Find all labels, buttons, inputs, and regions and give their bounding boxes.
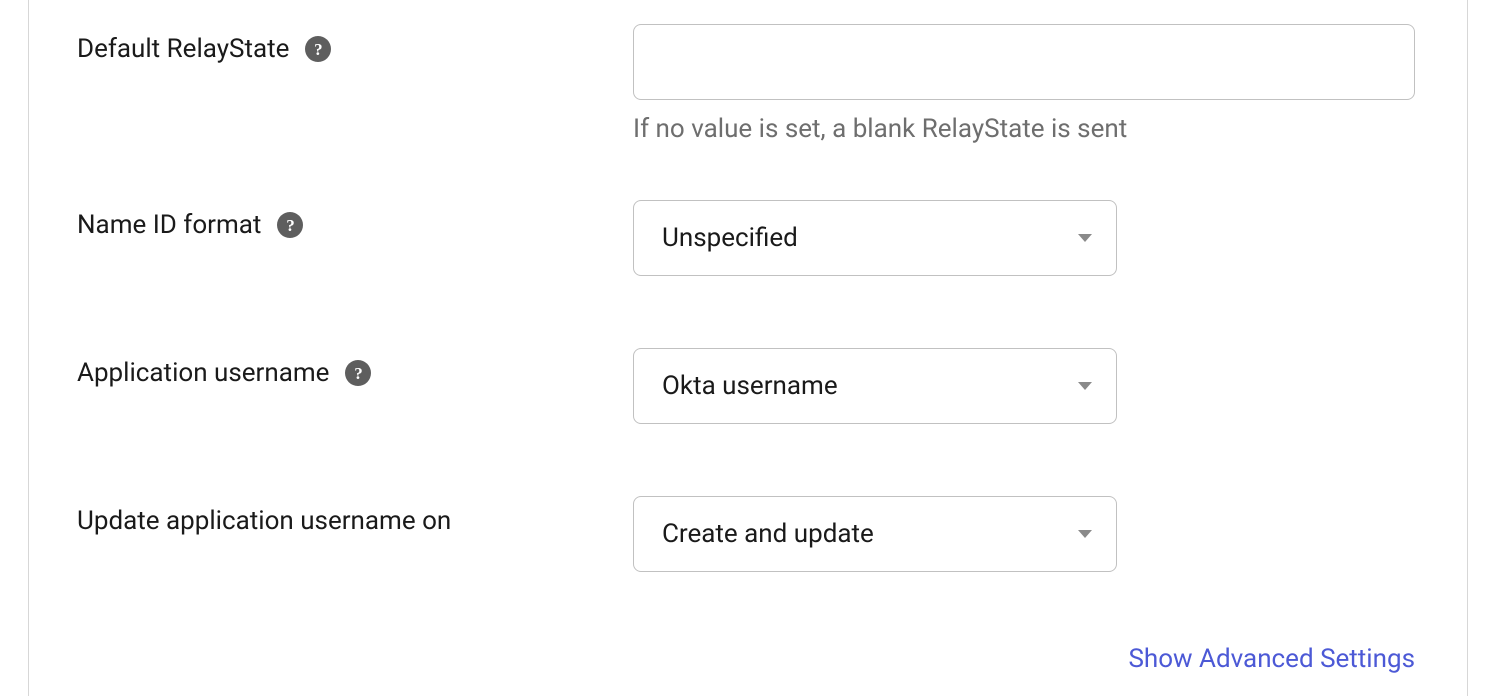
appusername-label: Application username	[77, 358, 329, 388]
nameid-label: Name ID format	[77, 210, 261, 240]
chevron-down-icon	[1078, 382, 1092, 390]
field-row-appusername: Application username ? Okta username	[77, 348, 1419, 424]
settings-panel: Default RelayState ? If no value is set,…	[28, 0, 1468, 696]
field-row-nameid: Name ID format ? Unspecified	[77, 200, 1419, 276]
control-col: Okta username	[633, 348, 1419, 424]
help-icon[interactable]: ?	[345, 360, 371, 386]
chevron-down-icon	[1078, 234, 1092, 242]
appusername-selected-value: Okta username	[662, 371, 838, 401]
control-col: Create and update	[633, 496, 1419, 572]
appusername-select[interactable]: Okta username	[633, 348, 1117, 424]
label-col: Update application username on	[77, 496, 633, 536]
help-icon[interactable]: ?	[305, 36, 331, 62]
control-col: If no value is set, a blank RelayState i…	[633, 24, 1419, 144]
chevron-down-icon	[1078, 530, 1092, 538]
help-icon[interactable]: ?	[277, 212, 303, 238]
updateon-selected-value: Create and update	[662, 519, 874, 549]
updateon-label: Update application username on	[77, 506, 451, 536]
nameid-selected-value: Unspecified	[662, 223, 798, 253]
show-advanced-settings-link[interactable]: Show Advanced Settings	[1128, 644, 1415, 674]
updateon-select[interactable]: Create and update	[633, 496, 1117, 572]
footer-link-row: Show Advanced Settings	[633, 644, 1415, 674]
relaystate-label: Default RelayState	[77, 34, 289, 64]
nameid-select[interactable]: Unspecified	[633, 200, 1117, 276]
relaystate-help-text: If no value is set, a blank RelayState i…	[633, 114, 1419, 144]
control-col: Unspecified	[633, 200, 1419, 276]
label-col: Application username ?	[77, 348, 633, 388]
field-row-updateon: Update application username on Create an…	[77, 496, 1419, 572]
label-col: Default RelayState ?	[77, 24, 633, 64]
label-col: Name ID format ?	[77, 200, 633, 240]
field-row-relaystate: Default RelayState ? If no value is set,…	[77, 24, 1419, 144]
relaystate-input[interactable]	[633, 24, 1415, 100]
